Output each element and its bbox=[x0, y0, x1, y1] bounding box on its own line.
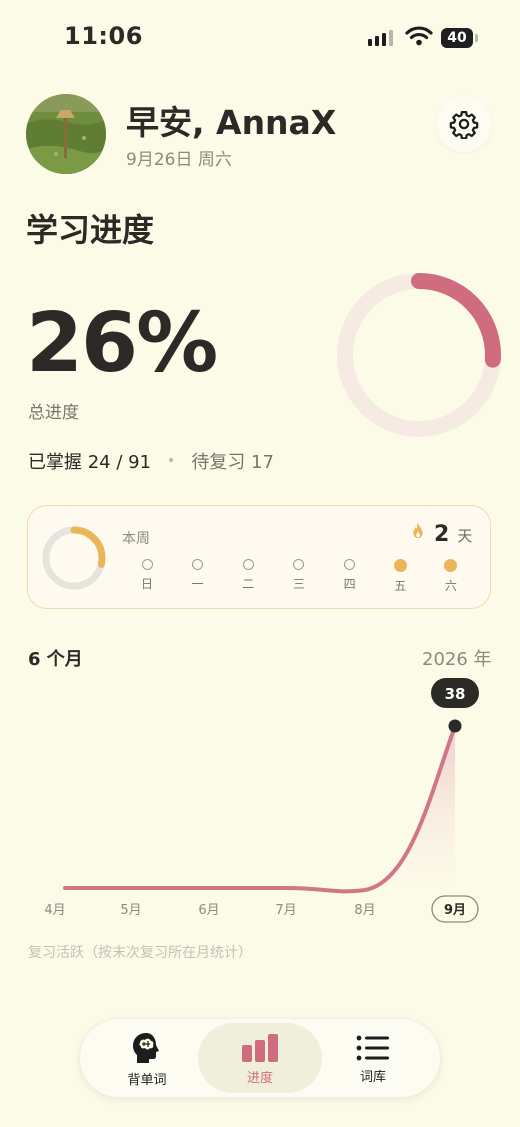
brain-head-icon bbox=[133, 1032, 159, 1063]
day-thu: 四 bbox=[338, 559, 362, 594]
day-mon: 一 bbox=[186, 559, 210, 594]
x-axis-label: 5月 bbox=[120, 903, 141, 918]
streak-unit: 天 bbox=[457, 527, 473, 545]
list-icon bbox=[356, 1035, 389, 1060]
progress-ring bbox=[337, 273, 501, 437]
day-label: 六 bbox=[444, 579, 457, 593]
streak-counter: 2 天 bbox=[410, 522, 472, 547]
chart-range-label[interactable]: 6 个月 bbox=[28, 645, 83, 671]
day-sun: 日 bbox=[135, 559, 159, 594]
day-wed: 三 bbox=[287, 559, 311, 594]
date-label: 9月26日 周六 bbox=[126, 150, 232, 170]
battery-icon: 40 bbox=[441, 28, 473, 48]
section-title: 学习进度 bbox=[26, 211, 155, 249]
day-sat: 六 bbox=[439, 559, 463, 594]
weekly-ring bbox=[42, 526, 106, 590]
stats-row: 已掌握 24 / 91 • 待复习 17 bbox=[28, 448, 274, 474]
x-axis-label: 7月 bbox=[275, 903, 296, 918]
battery-tip bbox=[475, 34, 478, 42]
tab-memorize[interactable]: 背单词 bbox=[105, 1020, 189, 1098]
chart-area bbox=[360, 726, 455, 888]
flame-icon bbox=[413, 522, 423, 539]
total-percent: 26% bbox=[26, 296, 218, 391]
cellular-signal-icon bbox=[368, 30, 393, 46]
streak-days: 2 bbox=[434, 522, 450, 547]
total-label: 总进度 bbox=[28, 403, 79, 423]
day-status bbox=[242, 559, 254, 570]
avatar[interactable] bbox=[26, 94, 106, 174]
day-tue: 二 bbox=[236, 559, 260, 594]
review-count: 待复习 17 bbox=[191, 452, 274, 473]
chart-year-label: 2026 年 bbox=[422, 649, 492, 670]
x-axis-label: 6月 bbox=[198, 903, 219, 918]
chart-note: 复习活跃（按末次复习所在月统计） bbox=[28, 945, 252, 961]
day-label: 四 bbox=[343, 577, 356, 591]
settings-button[interactable] bbox=[436, 96, 492, 152]
tab-progress[interactable]: 进度 bbox=[218, 1020, 302, 1098]
tab-label: 进度 bbox=[246, 1070, 273, 1086]
day-fri: 五 bbox=[388, 559, 412, 594]
tab-label: 背单词 bbox=[127, 1072, 167, 1088]
status-time: 11:06 bbox=[64, 22, 143, 50]
x-axis-label: 9月 bbox=[444, 903, 466, 918]
day-label: 二 bbox=[242, 577, 255, 591]
week-label: 本周 bbox=[122, 531, 150, 547]
x-axis-label: 8月 bbox=[354, 903, 375, 918]
tab-wordbank[interactable]: 词库 bbox=[331, 1020, 415, 1098]
day-label: 五 bbox=[394, 579, 407, 593]
value-label: 38 bbox=[445, 685, 466, 703]
tab-label: 词库 bbox=[359, 1069, 386, 1085]
activity-chart: 4月 5月 6月 7月 8月 9月 38 bbox=[44, 678, 479, 923]
day-status bbox=[192, 559, 204, 570]
chart-line bbox=[63, 724, 457, 894]
day-status bbox=[344, 559, 356, 570]
day-status bbox=[141, 559, 153, 570]
week-days: 日 一 二 三 四 五 六 bbox=[135, 559, 463, 594]
bar-chart-icon bbox=[242, 1033, 278, 1062]
chart-point bbox=[448, 719, 462, 733]
separator-dot: • bbox=[167, 453, 176, 469]
day-status bbox=[293, 559, 305, 570]
day-status bbox=[393, 559, 407, 572]
greeting-title: 早安, AnnaX bbox=[126, 103, 337, 142]
mastered-count: 已掌握 24 / 91 bbox=[28, 452, 152, 473]
gear-icon bbox=[449, 111, 479, 139]
battery-level: 40 bbox=[447, 30, 467, 46]
day-status bbox=[444, 559, 458, 572]
wifi-icon bbox=[405, 26, 433, 50]
day-label: 一 bbox=[191, 577, 204, 591]
x-axis-label: 4月 bbox=[44, 903, 65, 918]
day-label: 日 bbox=[140, 577, 153, 591]
day-label: 三 bbox=[292, 577, 305, 591]
